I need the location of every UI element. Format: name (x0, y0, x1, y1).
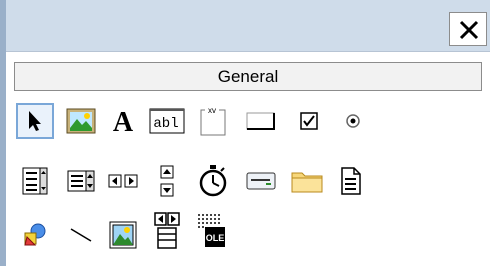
hscrollbar-icon (108, 174, 138, 188)
shape-icon (24, 223, 46, 246)
svg-text:A: A (113, 107, 134, 136)
pointer-tool[interactable] (16, 103, 54, 139)
option-button-icon (346, 114, 360, 128)
title-bar[interactable] (0, 0, 490, 52)
close-button[interactable] (449, 12, 487, 46)
file-list-box-icon (341, 167, 361, 195)
combo-box-tool[interactable] (16, 163, 54, 199)
picture-box-icon (66, 108, 96, 134)
toolbox-window: General A abl xv OLE (0, 0, 490, 266)
line-tool[interactable] (62, 217, 100, 253)
picture-box-tool[interactable] (62, 103, 100, 139)
close-icon (459, 20, 479, 40)
list-box-icon (67, 170, 95, 192)
frame-tool[interactable]: xv (194, 103, 232, 139)
label-tool[interactable]: A (104, 103, 142, 139)
textbox-icon: abl (149, 108, 185, 134)
file-list-box-tool[interactable] (332, 163, 370, 199)
svg-text:xv: xv (208, 106, 216, 115)
timer-tool[interactable] (194, 163, 232, 199)
list-box-tool[interactable] (62, 163, 100, 199)
combo-box-icon (22, 167, 48, 195)
drive-list-box-icon (246, 172, 276, 190)
textbox-tool[interactable]: abl (148, 103, 186, 139)
shape-tool[interactable] (16, 217, 54, 253)
command-button-tool[interactable] (242, 103, 280, 139)
data-tool[interactable] (148, 212, 186, 249)
window-left-edge (0, 0, 6, 266)
data-icon (154, 212, 180, 249)
vscrollbar-tool[interactable] (148, 163, 186, 199)
hscrollbar-tool[interactable] (104, 163, 142, 199)
image-icon (109, 221, 137, 249)
svg-text:OLE: OLE (206, 233, 225, 243)
dir-list-box-icon (291, 172, 323, 193)
dir-list-box-tool[interactable] (288, 163, 326, 199)
pointer-icon (29, 111, 41, 131)
timer-icon (199, 165, 227, 197)
frame-icon: xv (200, 105, 226, 136)
ole-tool[interactable]: OLE (192, 213, 230, 249)
checkbox-icon (300, 112, 318, 130)
checkbox-tool[interactable] (290, 103, 328, 139)
line-icon (70, 228, 92, 242)
image-tool[interactable] (104, 217, 142, 253)
vscrollbar-icon (160, 165, 174, 197)
command-button-icon (246, 112, 275, 130)
drive-list-box-tool[interactable] (242, 163, 280, 199)
svg-text:abl: abl (153, 116, 178, 132)
option-button-tool[interactable] (334, 103, 372, 139)
ole-icon: OLE (198, 214, 225, 247)
label-icon: A (113, 107, 134, 136)
tab-general[interactable]: General (14, 62, 482, 91)
